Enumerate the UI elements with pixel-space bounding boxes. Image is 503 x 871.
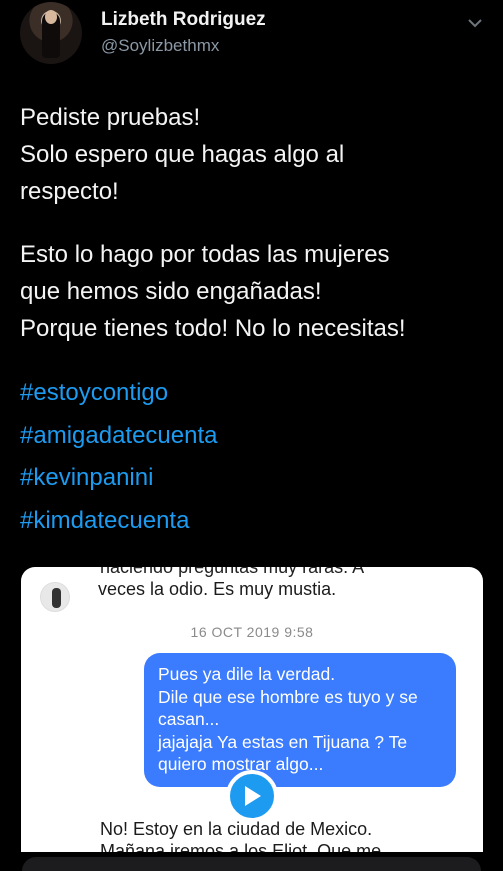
tweet-text-paragraph-2: Esto lo hago por todas las mujeres que h… bbox=[20, 236, 490, 347]
reply-bar[interactable] bbox=[22, 857, 481, 871]
tweet-line: Solo espero que hagas algo al bbox=[20, 141, 345, 168]
tweet-header: Lizbeth Rodriguez @Soylizbethmx bbox=[0, 0, 503, 80]
chevron-down-icon[interactable] bbox=[466, 14, 484, 32]
bubble-line: casan... bbox=[158, 709, 220, 729]
hashtag-link[interactable]: #estoycontigo bbox=[20, 372, 490, 415]
chat-bubble-sent: Pues ya dile la verdad. Dile que ese hom… bbox=[144, 653, 456, 787]
video-media[interactable]: haciendo preguntas muy raras. A veces la… bbox=[21, 567, 483, 852]
tweet-line: Esto lo hago por todas las mujeres bbox=[20, 241, 390, 268]
play-button[interactable] bbox=[226, 770, 278, 822]
user-handle[interactable]: @Soylizbethmx bbox=[101, 36, 219, 56]
tweet-text-paragraph-1: Pediste pruebas! Solo espero que hagas a… bbox=[20, 99, 490, 210]
hashtag-link[interactable]: #kevinpanini bbox=[20, 457, 490, 500]
hashtag-list: #estoycontigo #amigadatecuenta #kevinpan… bbox=[20, 372, 490, 542]
tweet-line: que hemos sido engañadas! bbox=[20, 278, 322, 305]
chat-message-received: veces la odio. Es muy mustia. bbox=[98, 579, 337, 599]
bubble-line: Pues ya dile la verdad. bbox=[158, 664, 336, 684]
hashtag-link[interactable]: #kimdatecuenta bbox=[20, 500, 490, 543]
chat-timestamp: 16 OCT 2019 9:58 bbox=[190, 624, 314, 640]
bubble-line: Dile que ese hombre es tuyo y se bbox=[158, 686, 418, 707]
chat-message-partial: haciendo preguntas muy raras. A bbox=[100, 567, 365, 577]
chat-message-received: No! Estoy en la ciudad de Mexico. bbox=[100, 819, 373, 839]
profile-avatar[interactable] bbox=[20, 2, 82, 64]
bubble-line: jajajaja Ya estas en Tijuana ? Te bbox=[158, 731, 408, 752]
bubble-line: quiero mostrar algo... bbox=[158, 754, 324, 774]
tweet-line: Pediste pruebas! bbox=[20, 104, 201, 131]
play-icon bbox=[245, 786, 261, 806]
hashtag-link[interactable]: #amigadatecuenta bbox=[20, 415, 490, 458]
display-name[interactable]: Lizbeth Rodriguez bbox=[101, 9, 266, 31]
tweet-line: Porque tienes todo! No lo necesitas! bbox=[20, 315, 406, 342]
tweet-line: respecto! bbox=[20, 178, 119, 205]
chat-message-received: Mañana iremos a los Eliot. Que me bbox=[100, 841, 382, 852]
chat-avatar bbox=[40, 582, 70, 612]
